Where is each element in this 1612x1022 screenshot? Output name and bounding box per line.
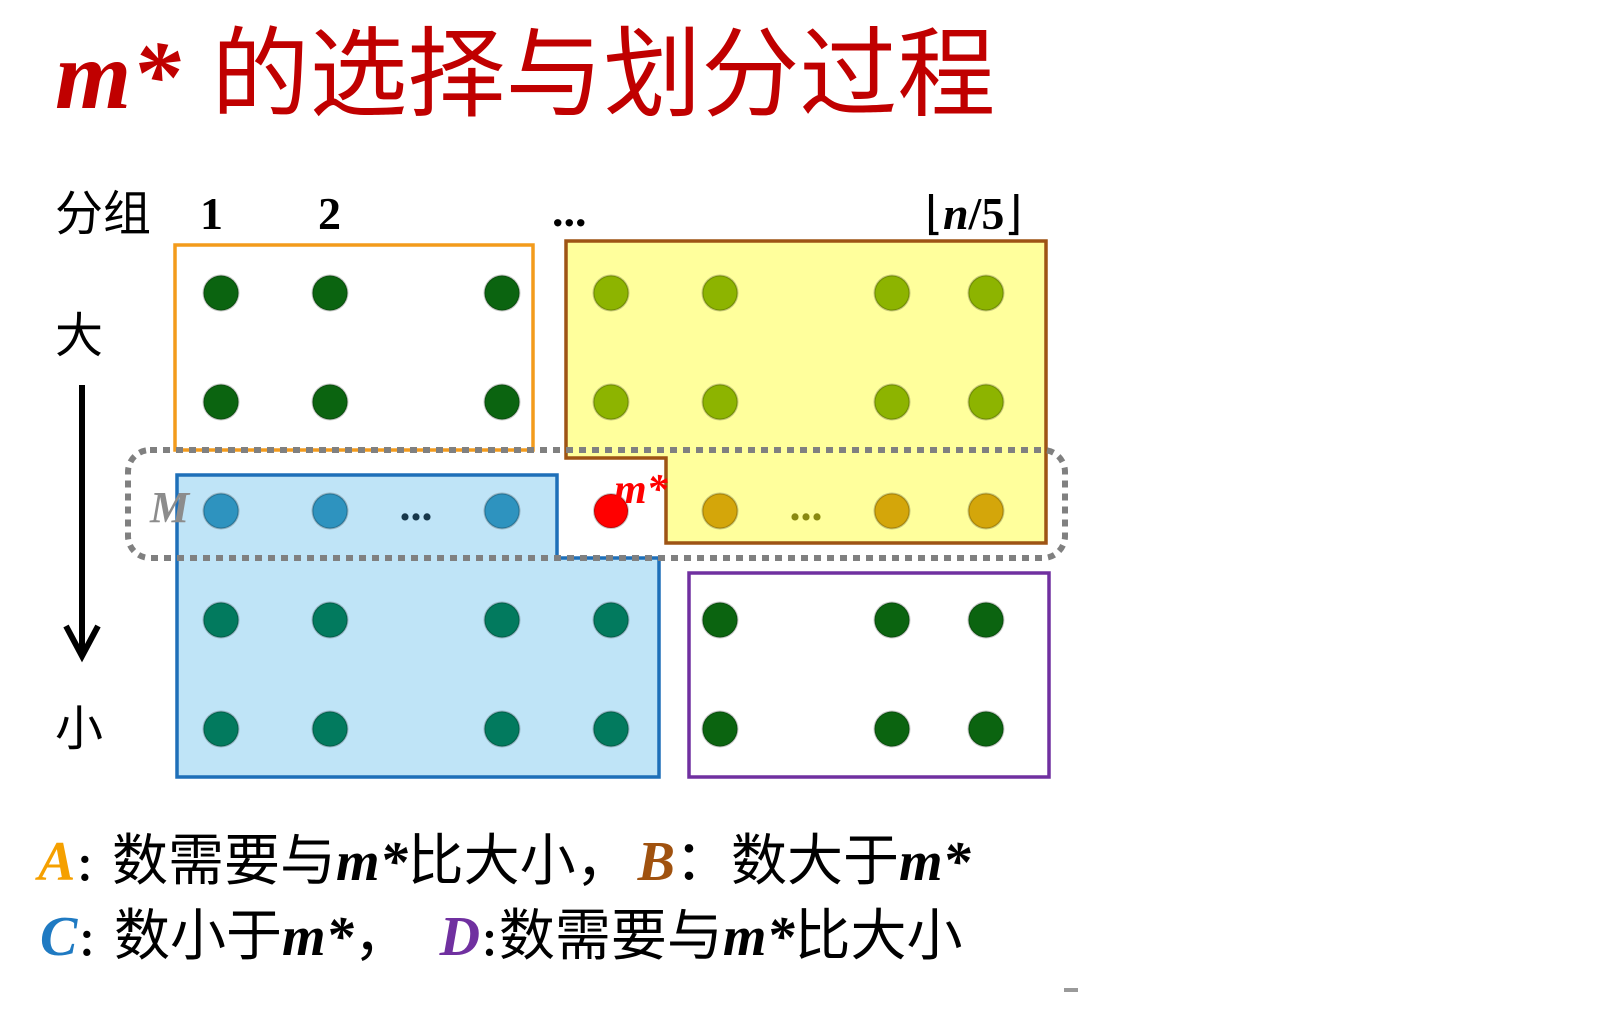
element-dot-dark [483, 383, 521, 421]
axis-top-label: 大 [55, 308, 103, 364]
legend-c-math: m* [282, 906, 355, 968]
element-dot-teal [592, 710, 630, 748]
legend-a-desc-after: 比大小， [408, 829, 632, 894]
legend-a-letter: A [35, 831, 75, 893]
element-dot-blue [311, 492, 349, 530]
element-dot-teal [202, 710, 240, 748]
element-dot-teal [311, 710, 349, 748]
median-row-label: M [149, 483, 191, 532]
element-dot-olive [592, 383, 630, 421]
axis-bottom-label: 小 [55, 701, 103, 757]
legend-d-letter: D [439, 906, 480, 968]
floor-close: ⌋ [1004, 188, 1022, 239]
element-dot-olive [873, 274, 911, 312]
legend-a-desc: : 数需要与 [75, 829, 336, 894]
element-dot-gold [967, 492, 1005, 530]
element-dot-dark [873, 710, 911, 748]
group-1-label: 1 [200, 188, 223, 239]
element-dot-dark [873, 601, 911, 639]
element-dot-dark [311, 274, 349, 312]
element-dot-teal [311, 601, 349, 639]
element-dot-olive [592, 274, 630, 312]
element-dot-olive [701, 274, 739, 312]
group-last-label: ⌊n/5⌋ [925, 188, 1022, 239]
legend-d-math: m* [723, 906, 796, 968]
row-ellipsis: ... [790, 481, 823, 530]
element-dot-dark [967, 710, 1005, 748]
legend-c-desc-after: ， [354, 904, 410, 969]
group-header-label: 分组 [55, 186, 151, 242]
element-dot-olive [967, 383, 1005, 421]
group-last-n: n [943, 188, 969, 239]
title-text: 的选择与划分过程 [211, 18, 995, 132]
element-dot-teal [483, 710, 521, 748]
element-dot-dark [701, 601, 739, 639]
element-dot-teal [592, 601, 630, 639]
element-dot-teal [202, 601, 240, 639]
legend-d-desc: :数需要与 [480, 904, 723, 969]
element-dot-dark [483, 274, 521, 312]
title-math: m* [55, 22, 181, 130]
partition-diagram: m* 的选择与划分过程 分组 1 2 ... ⌊n/5⌋ 大 小 ...... … [35, 18, 1078, 992]
region-a [173, 243, 535, 452]
element-dot-olive [967, 274, 1005, 312]
legend-b-desc: ：数大于 [675, 829, 899, 894]
legend-line-1: A: 数需要与m*比大小， B：数大于m* [35, 829, 972, 894]
group-last-rest: /5 [968, 188, 1005, 239]
element-dot-dark [967, 601, 1005, 639]
row-ellipsis: ... [400, 481, 433, 530]
floor-open: ⌊ [925, 188, 943, 239]
element-dot-dark [311, 383, 349, 421]
legend-c-desc: : 数小于 [77, 904, 282, 969]
legend-d-desc-after: 比大小 [794, 904, 962, 969]
element-dot-dark [202, 383, 240, 421]
legend-b-math: m* [899, 831, 972, 893]
element-dot-olive [873, 383, 911, 421]
slide-marker [1064, 988, 1078, 992]
element-dot-gold [873, 492, 911, 530]
legend-c-letter: C [40, 906, 78, 968]
region-d [687, 571, 1051, 779]
slide-title: m* 的选择与划分过程 [55, 18, 995, 132]
legend-a-math: m* [336, 831, 409, 893]
down-arrow-icon [63, 385, 101, 663]
element-dot-gold [701, 492, 739, 530]
element-dot-teal [483, 601, 521, 639]
pivot-label: m* [614, 467, 669, 513]
legend-line-2: C: 数小于m*， D:数需要与m*比大小 [40, 904, 962, 969]
element-dot-dark [701, 710, 739, 748]
group-2-label: 2 [318, 188, 341, 239]
element-dot-blue [202, 492, 240, 530]
element-dot-dark [202, 274, 240, 312]
element-dot-blue [483, 492, 521, 530]
group-ellipsis-label: ... [552, 185, 587, 236]
element-dot-olive [701, 383, 739, 421]
legend-b-letter: B [637, 831, 675, 893]
